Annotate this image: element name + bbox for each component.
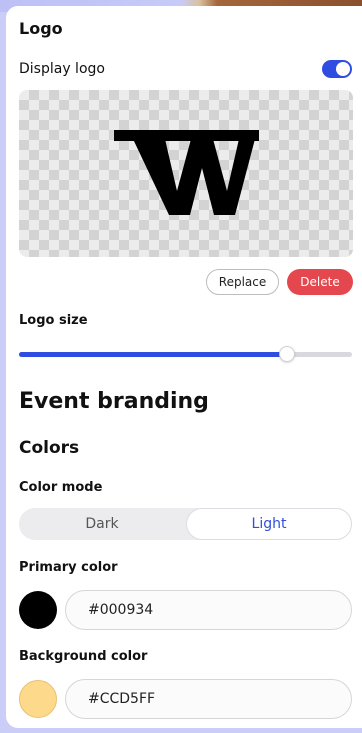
logo-section-title: Logo [19, 19, 63, 38]
primary-color-label: Primary color [19, 560, 118, 575]
background-color-swatch[interactable] [19, 680, 57, 718]
background-color-input[interactable]: #CCD5FF [65, 679, 352, 719]
toggle-knob [336, 62, 350, 76]
slider-fill [19, 352, 288, 357]
color-mode-label: Color mode [19, 480, 103, 495]
slider-thumb[interactable] [279, 346, 296, 362]
primary-color-input[interactable]: #000934 [65, 590, 352, 630]
colors-title: Colors [19, 438, 80, 458]
background-color-label: Background color [19, 649, 148, 664]
event-branding-title: Event branding [19, 389, 209, 414]
logo-w-icon [114, 130, 259, 215]
primary-color-swatch[interactable] [19, 591, 57, 629]
delete-button[interactable]: Delete [287, 269, 353, 295]
logo-size-slider[interactable] [19, 346, 352, 362]
color-mode-dark[interactable]: Dark [19, 508, 185, 540]
display-logo-toggle[interactable] [322, 60, 352, 78]
display-logo-label: Display logo [19, 61, 105, 77]
branding-panel: Logo Display logo Replace Delete Logo si… [6, 6, 362, 728]
logo-preview [19, 90, 353, 257]
logo-size-label: Logo size [19, 313, 88, 328]
replace-button[interactable]: Replace [206, 269, 279, 295]
color-mode-switch: Dark Light [19, 508, 352, 540]
color-mode-light[interactable]: Light [186, 508, 352, 540]
